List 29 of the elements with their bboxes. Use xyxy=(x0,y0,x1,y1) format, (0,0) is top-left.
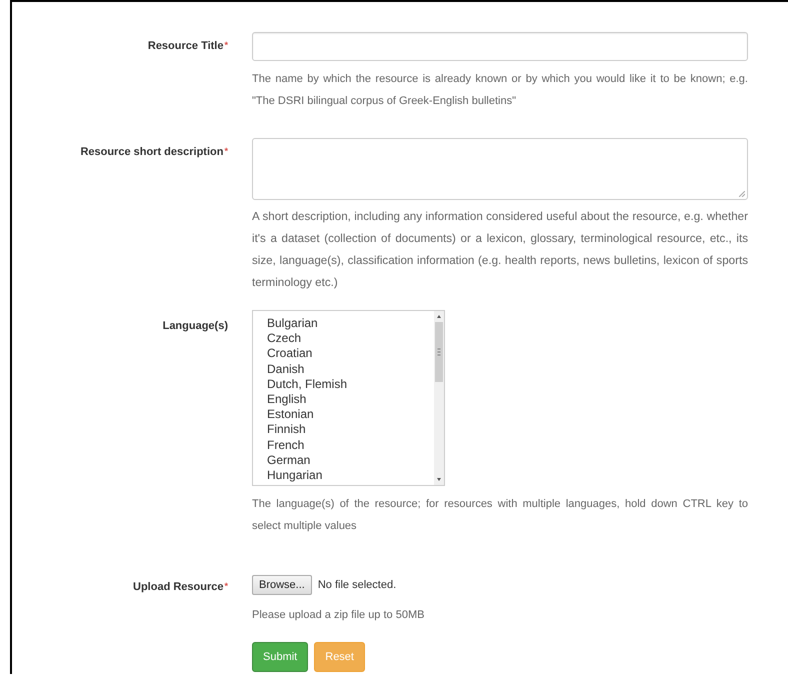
language-option[interactable]: Finnish xyxy=(267,422,434,438)
help-text: Please upload a zip file up to 50MB xyxy=(252,608,426,623)
language-option[interactable]: Croatian xyxy=(267,346,434,362)
required-asterisk: * xyxy=(224,146,228,156)
field-label: Upload Resource xyxy=(133,581,224,593)
required-asterisk: * xyxy=(224,581,228,591)
language-option[interactable]: English xyxy=(267,392,434,408)
language-option[interactable]: Hungarian xyxy=(267,468,434,484)
language-option[interactable]: French xyxy=(267,438,434,453)
language-option[interactable]: Danish xyxy=(267,362,434,377)
field-label: Language(s) xyxy=(162,320,228,332)
description-textarea[interactable] xyxy=(252,138,748,200)
language-option[interactable]: Estonian xyxy=(267,407,434,422)
help-text: A short description, including any information considered useful about the resource, e.g. whether it's a dataset (collection of documents) or a lexicon, glossary, terminological resource, etc., its size, language(s), classification information (e.g. health reports, news bulletins, lexicon of sports terminology etc.) xyxy=(252,209,748,291)
scrollbar-icon[interactable] xyxy=(434,311,444,485)
file-status: No file selected. xyxy=(318,579,396,591)
resize-grip-icon[interactable] xyxy=(739,191,745,197)
browse-button[interactable]: Browse... xyxy=(252,575,312,595)
language-option[interactable]: Czech xyxy=(267,331,434,346)
field-label: Resource short description xyxy=(80,146,224,158)
help-text: The name by which the resource is already known or by which you would like it to be known; e.g. "The DSRI bilingual corpus of Greek-English bulletins" xyxy=(252,72,748,109)
title-input[interactable] xyxy=(252,32,748,61)
language-option[interactable]: Bulgarian xyxy=(267,316,434,332)
help-text: The language(s) of the resource; for resources with multiple languages, hold down CTRL key to select multiple values xyxy=(252,497,748,534)
required-asterisk: * xyxy=(224,40,228,50)
field-label: Resource Title xyxy=(148,40,224,52)
language-option[interactable]: Dutch, Flemish xyxy=(267,376,434,392)
language-listbox[interactable]: Bulgarian Czech Croatian Danish Dutch, Flemish English Estonian Finnish French German Hungarian xyxy=(252,310,445,486)
language-option[interactable]: German xyxy=(267,452,434,468)
